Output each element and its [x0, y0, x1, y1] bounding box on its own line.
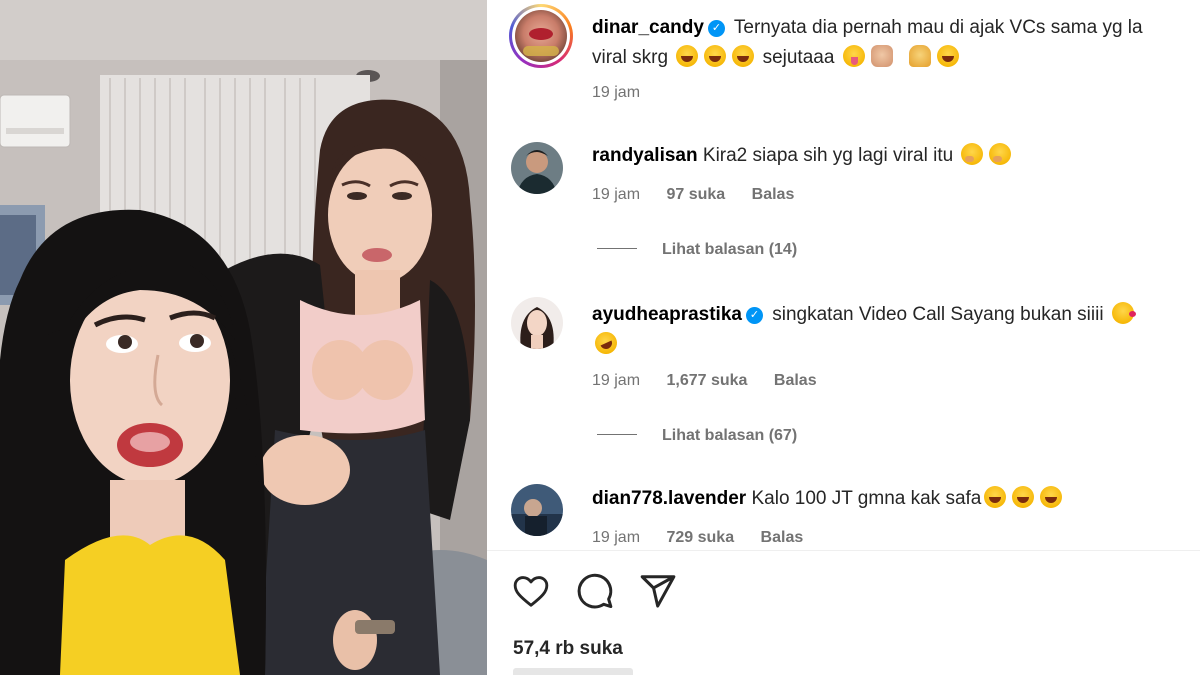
reply-button[interactable]: Balas	[761, 529, 804, 546]
comment-meta: 19 jam 1,677 suka Balas	[592, 372, 839, 390]
post-timestamp-partial	[513, 668, 633, 675]
laughing-emoji-icon	[732, 45, 755, 67]
comment-username[interactable]: ayudheaprastika	[592, 304, 742, 325]
kiss-emoji-icon	[1111, 302, 1136, 324]
fist-emoji-icon	[870, 45, 893, 67]
comment-text: singkatan Video Call Sayang bukan siiii	[772, 304, 1104, 325]
laughing-emoji-icon	[704, 45, 727, 67]
laughing-emoji-icon	[984, 486, 1007, 508]
comment-text: Kira2 siapa sih yg lagi viral itu	[702, 145, 954, 166]
caption-text-line2: viral skrg	[592, 47, 669, 68]
author-username[interactable]: dinar_candy	[592, 17, 704, 38]
author-avatar[interactable]	[509, 4, 573, 68]
pray-emoji-icon	[909, 45, 932, 67]
laughing-emoji-icon	[1040, 486, 1063, 508]
caption-text-line1: Ternyata dia pernah mau di ajak VCs sama…	[733, 17, 1143, 38]
comment-meta: 19 jam 729 suka Balas	[592, 529, 825, 547]
comment-avatar[interactable]	[511, 142, 563, 194]
post-media[interactable]	[0, 0, 487, 675]
comment-icon[interactable]	[576, 572, 614, 610]
share-icon[interactable]	[639, 572, 677, 610]
reply-button[interactable]: Balas	[752, 186, 795, 203]
comment-like-count[interactable]: 1,677 suka	[666, 372, 747, 389]
verified-badge-icon: ✓	[707, 20, 725, 37]
view-replies-label: Lihat balasan (14)	[662, 241, 798, 258]
comment-avatar[interactable]	[511, 484, 563, 536]
replies-divider	[597, 434, 637, 435]
comment-username[interactable]: randyalisan	[592, 145, 698, 166]
heart-icon[interactable]	[512, 572, 550, 610]
reply-button[interactable]: Balas	[774, 372, 817, 389]
comment-avatar[interactable]	[511, 297, 563, 349]
comment-meta: 19 jam 97 suka Balas	[592, 186, 816, 204]
rofl-emoji-icon	[591, 328, 621, 358]
comment-username[interactable]: dian778.lavender	[592, 488, 746, 509]
zany-face-emoji-icon	[842, 45, 865, 67]
verified-badge-icon: ✓	[745, 307, 763, 324]
thinking-emoji-icon	[989, 143, 1012, 165]
comment: dian778.lavender Kalo 100 JT gmna kak sa…	[592, 484, 1065, 514]
comment-like-count[interactable]: 97 suka	[666, 186, 725, 203]
comment-like-count[interactable]: 729 suka	[666, 529, 734, 546]
replies-divider	[597, 248, 637, 249]
view-replies-button[interactable]: Lihat balasan (67)	[597, 427, 797, 445]
thinking-emoji-icon	[961, 143, 984, 165]
action-bar-divider	[487, 550, 1200, 551]
view-replies-label: Lihat balasan (67)	[662, 427, 798, 444]
comment: ayudheaprastika ✓ singkatan Video Call Sa…	[591, 300, 1137, 360]
post-like-count[interactable]: 57,4 rb suka	[513, 638, 623, 660]
laughing-emoji-icon	[937, 45, 960, 67]
post-caption: dinar_candy ✓ Ternyata dia pernah mau di …	[592, 13, 1200, 73]
comment-timestamp: 19 jam	[592, 186, 641, 203]
caption-timestamp: 19 jam	[592, 84, 641, 101]
comment-text: Kalo 100 JT gmna kak safa	[751, 488, 982, 509]
laughing-emoji-icon	[1012, 486, 1035, 508]
video-frame-image	[0, 0, 487, 675]
caption-word: sejutaaa	[762, 47, 835, 68]
comment: randyalisan Kira2 siapa sih yg lagi vira…	[592, 141, 1014, 171]
laughing-emoji-icon	[676, 45, 699, 67]
view-replies-button[interactable]: Lihat balasan (14)	[597, 241, 797, 259]
comment-timestamp: 19 jam	[592, 372, 641, 389]
caption-meta: 19 jam	[592, 84, 662, 102]
post-panel: dinar_candy ✓ Ternyata dia pernah mau di …	[487, 0, 1200, 675]
comment-timestamp: 19 jam	[592, 529, 641, 546]
